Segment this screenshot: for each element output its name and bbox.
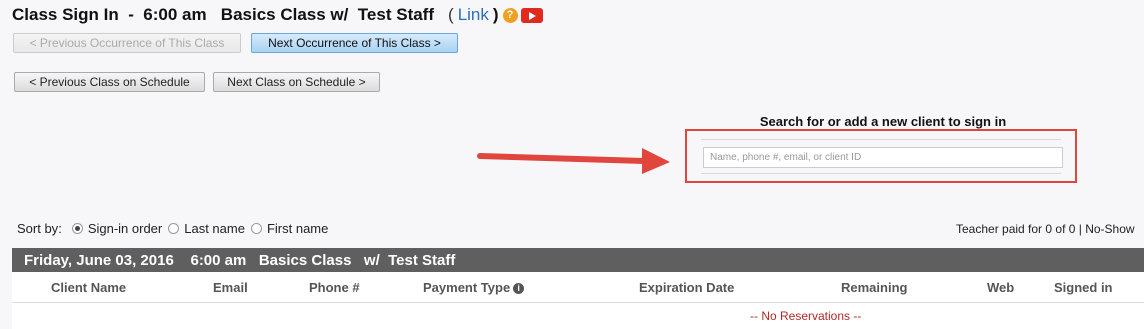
search-label: Search for or add a new client to sign i…	[759, 114, 1007, 129]
col-payment-type[interactable]: Payment Type i	[423, 280, 525, 295]
empty-message: -- No Reservations --	[750, 309, 862, 323]
col-client-name[interactable]: Client Name	[51, 280, 126, 295]
sort-lastname-label[interactable]: Last name	[184, 221, 245, 236]
col-signed-in[interactable]: Signed in	[1054, 280, 1113, 295]
col-phone[interactable]: Phone #	[309, 280, 360, 295]
col-email[interactable]: Email	[213, 280, 248, 295]
red-arrow-annotation	[477, 148, 670, 174]
sort-signin-label[interactable]: Sign-in order	[88, 221, 162, 236]
link-close-paren: )	[492, 5, 499, 24]
previous-class-button[interactable]: < Previous Class on Schedule	[14, 72, 205, 92]
col-web[interactable]: Web	[987, 280, 1014, 295]
help-icon[interactable]: ?	[502, 7, 518, 23]
sort-firstname-label[interactable]: First name	[267, 221, 328, 236]
previous-occurrence-button[interactable]: < Previous Occurrence of This Class	[13, 33, 241, 53]
sort-lastname-radio[interactable]	[168, 223, 180, 234]
info-icon[interactable]: i	[513, 283, 525, 294]
sort-signin-radio[interactable]	[71, 223, 83, 234]
reservations-table: Client Name Email Phone # Payment Type i …	[12, 272, 1144, 329]
search-highlight-box	[685, 129, 1077, 183]
link-open-paren: (	[448, 5, 454, 24]
sort-firstname-radio[interactable]	[250, 223, 262, 234]
sort-label: Sort by:	[17, 221, 62, 236]
page-title-text: Class Sign In - 6:00 am Basics Class w/ …	[12, 5, 435, 24]
divider	[701, 173, 1061, 174]
col-remaining[interactable]: Remaining	[841, 280, 907, 295]
youtube-play-icon[interactable]	[520, 7, 543, 23]
col-expiration-date[interactable]: Expiration Date	[639, 280, 734, 295]
class-link[interactable]: Link	[458, 5, 489, 25]
divider	[701, 139, 1061, 140]
table-header-row: Client Name Email Phone # Payment Type i …	[12, 272, 1144, 303]
next-class-button[interactable]: Next Class on Schedule >	[213, 72, 380, 92]
next-occurrence-button[interactable]: Next Occurrence of This Class >	[251, 33, 458, 53]
sort-bar: Sort by: Sign-in order Last name First n…	[17, 221, 328, 236]
page-title: Class Sign In - 6:00 am Basics Class w/ …	[12, 4, 543, 26]
client-search-input[interactable]	[703, 147, 1063, 168]
teacher-paid-status: Teacher paid for 0 of 0 | No-Show	[956, 222, 1135, 236]
class-header-bar: Friday, June 03, 2016 6:00 am Basics Cla…	[12, 248, 1144, 272]
